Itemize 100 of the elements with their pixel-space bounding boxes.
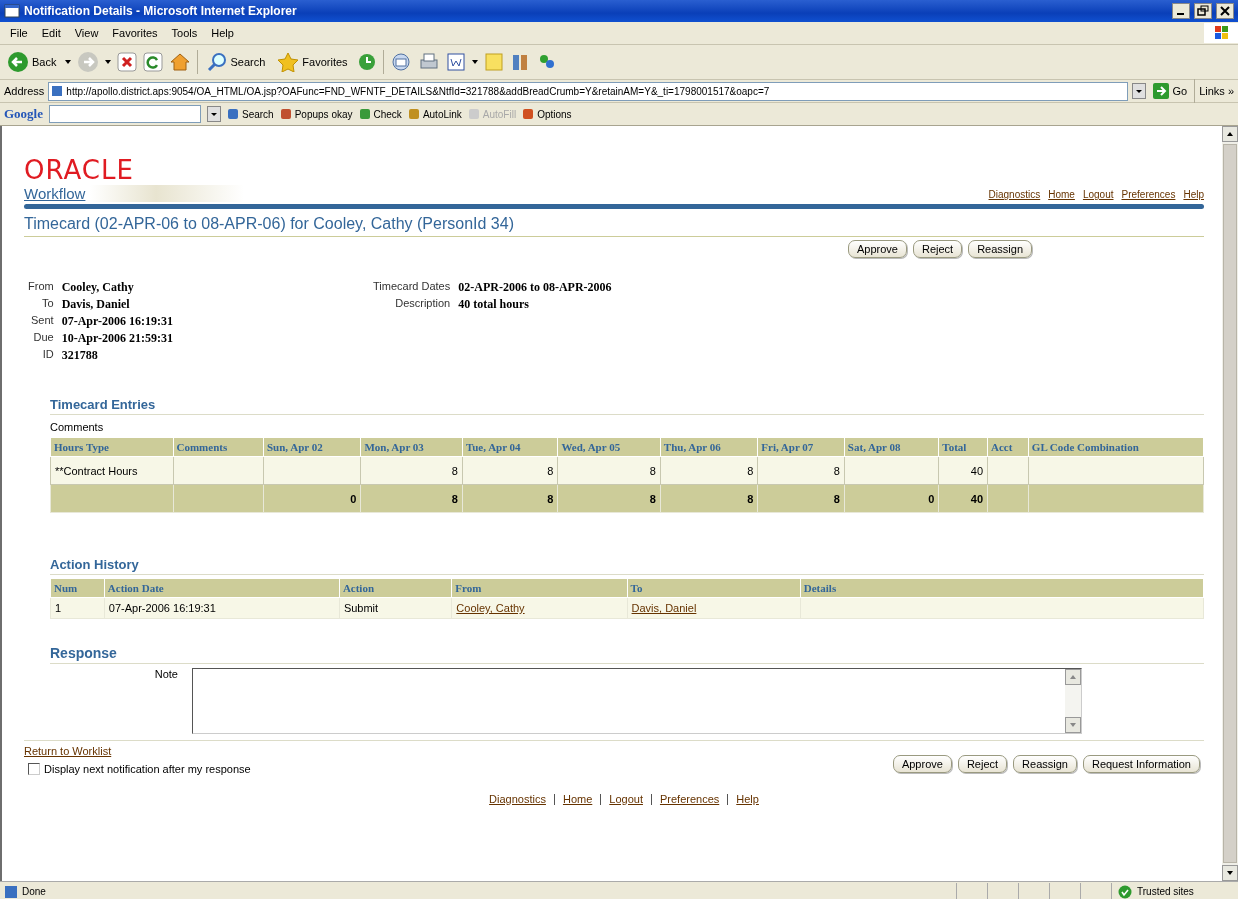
minimize-icon[interactable] [1172, 3, 1190, 19]
history-icon [356, 52, 377, 72]
search-icon [207, 52, 228, 72]
stop-icon [117, 52, 138, 72]
table-cell: 8 [757, 484, 845, 513]
check-icon [1118, 884, 1132, 899]
checkbox-label: Display next notification after my response [44, 763, 251, 775]
action-button[interactable]: Reject [912, 240, 963, 258]
dropdown-icon [207, 106, 221, 122]
restore-icon[interactable] [1194, 3, 1212, 19]
return-link[interactable]: Return to Worklist [24, 745, 251, 757]
column-header: Comments [173, 437, 264, 457]
menu-item[interactable]: Tools [165, 25, 204, 41]
footer-link[interactable]: Home [562, 793, 593, 805]
action-button[interactable]: Approve [892, 755, 952, 773]
dropdown-icon [1132, 83, 1147, 99]
action-button[interactable]: Reassign [968, 240, 1032, 258]
toolbar-item-icon [522, 108, 535, 120]
page-icon [51, 85, 64, 97]
column-header: Action Date [104, 578, 340, 598]
menu-item[interactable]: View [68, 25, 105, 41]
caret-icon [471, 60, 478, 64]
toolbar-button[interactable]: Check [358, 108, 402, 120]
field-value: Cooley, Cathy [61, 280, 135, 295]
column-header: To [627, 578, 801, 598]
footer-link[interactable]: Logout [609, 793, 643, 805]
global-link[interactable]: Preferences [1121, 189, 1176, 200]
window-icon [4, 3, 20, 19]
checkbox[interactable] [28, 763, 40, 775]
toolbar-item-icon [279, 108, 292, 120]
note-field[interactable] [192, 668, 1082, 734]
field-value: 10-Apr-2006 21:59:31 [61, 331, 173, 346]
global-link[interactable]: Diagnostics [988, 189, 1041, 200]
toolbar-button[interactable]: AutoLink [407, 108, 462, 120]
column-header: Wed, Apr 05 [557, 437, 661, 457]
global-link[interactable]: Home [1048, 189, 1075, 200]
field-value: 07-Apr-2006 16:19:31 [61, 314, 173, 329]
action-button[interactable]: Approve [847, 240, 907, 258]
table-cell: 0 [263, 484, 361, 513]
column-header: Hours Type [50, 437, 173, 457]
menu-item[interactable]: Favorites [106, 25, 164, 41]
printer-icon [417, 52, 440, 72]
person-link[interactable]: Davis, Daniel [631, 602, 697, 614]
google-search-field[interactable] [49, 105, 201, 123]
caret-icon [105, 60, 112, 64]
zone-text: Trusted sites [1137, 886, 1194, 897]
field-label: Sent [30, 314, 54, 328]
toolbar-button[interactable]: Options [522, 108, 572, 120]
footer-link[interactable]: Preferences [659, 793, 720, 805]
oracle-logo: ORACLE [24, 155, 135, 185]
address-label: Address [4, 85, 45, 97]
column-header: Total [938, 437, 988, 457]
menu-item[interactable]: Help [205, 25, 240, 41]
comments-label: Comments [50, 421, 105, 433]
search-button[interactable]: Search [204, 50, 269, 74]
menu-item[interactable]: File [4, 25, 34, 41]
field-label: Due [32, 331, 54, 345]
section-title: Timecard Entries [50, 397, 1204, 415]
column-header: Fri, Apr 07 [757, 437, 845, 457]
action-button[interactable]: Request Information [1082, 755, 1200, 773]
column-header: Acct [987, 437, 1029, 457]
global-link[interactable]: Help [1183, 189, 1204, 200]
person-link[interactable]: Cooley, Cathy [456, 602, 525, 614]
scrollbar[interactable] [1222, 126, 1238, 881]
field-label: Timecard Dates [373, 280, 451, 294]
action-button[interactable]: Reassign [1013, 755, 1077, 773]
column-header: Num [50, 578, 105, 598]
back-button[interactable]: Back [4, 49, 60, 75]
table-cell: 1 [50, 597, 105, 619]
field-label: To [41, 297, 54, 311]
address-field[interactable]: http://apollo.district.aps:9054/OA_HTML/OA.jsp?OAFunc=FND_WFNTF_DETAILS&NtfId=321788&addBreadCrumb=Y&retainAM=Y&_ti=1798001517&oapc=7 [48, 81, 1129, 101]
links-button[interactable]: Links » [1199, 85, 1234, 97]
home-icon [169, 52, 192, 72]
go-button[interactable]: Go [1150, 81, 1191, 101]
windows-flag-icon [1204, 23, 1238, 43]
page-heading: Timecard (02-APR-06 to 08-APR-06) for Cooley, Cathy (PersonId 34) [24, 215, 1204, 237]
star-icon [277, 52, 300, 72]
footer-link[interactable]: Help [736, 793, 759, 805]
google-logo[interactable]: Google [4, 106, 43, 122]
close-icon[interactable] [1216, 3, 1234, 19]
table-cell: 8 [660, 456, 758, 485]
favorites-button[interactable]: Favorites [274, 50, 351, 74]
table-cell: 07-Apr-2006 16:19:31 [104, 597, 340, 619]
table-cell: 8 [557, 456, 661, 485]
toolbar-button[interactable]: Search [227, 108, 274, 120]
field-label: From [28, 280, 54, 294]
field-label: Description [394, 297, 451, 311]
table-cell: 8 [360, 456, 463, 485]
global-link[interactable]: Logout [1082, 189, 1114, 200]
note-label: Note [153, 668, 178, 682]
column-header: From [451, 578, 628, 598]
column-header: Tue, Apr 04 [462, 437, 558, 457]
table-cell: 8 [462, 456, 558, 485]
action-button[interactable]: Reject [957, 755, 1008, 773]
toolbar-button[interactable]: Popups okay [279, 108, 353, 120]
table-cell: 8 [660, 484, 758, 513]
footer-link[interactable]: Diagnostics [489, 793, 546, 805]
toolbar-item-icon [467, 108, 480, 120]
menu-item[interactable]: Edit [35, 25, 67, 41]
column-header: GL Code Combination [1028, 437, 1204, 457]
